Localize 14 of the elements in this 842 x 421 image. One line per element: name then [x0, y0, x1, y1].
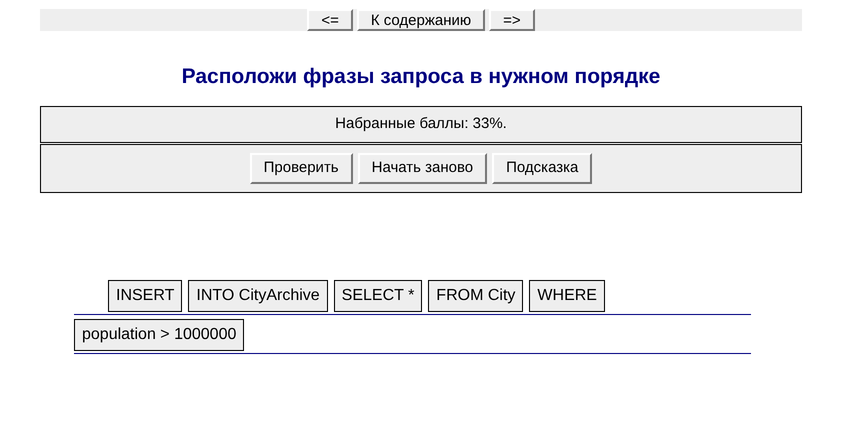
phrase-chip[interactable]: INTO CityArchive	[188, 280, 328, 312]
phrase-chip[interactable]: SELECT *	[334, 280, 422, 312]
action-button[interactable]: Подсказка	[492, 153, 592, 184]
nav-button[interactable]: <=	[307, 9, 353, 31]
phrase-chip[interactable]: population > 1000000	[74, 319, 244, 351]
phrase-chip[interactable]: INSERT	[108, 280, 182, 312]
action-button[interactable]: Проверить	[250, 153, 353, 184]
score-panel: Набранные баллы: 33%.	[40, 106, 802, 143]
nav-button[interactable]: =>	[489, 9, 535, 31]
phrase-chip[interactable]: FROM City	[428, 280, 524, 312]
nav-button[interactable]: К содержанию	[356, 9, 486, 31]
page-title: Расположи фразы запроса в нужном порядке	[180, 64, 662, 90]
action-button[interactable]: Начать заново	[358, 153, 488, 184]
phrase-chip[interactable]: WHERE	[529, 280, 605, 312]
